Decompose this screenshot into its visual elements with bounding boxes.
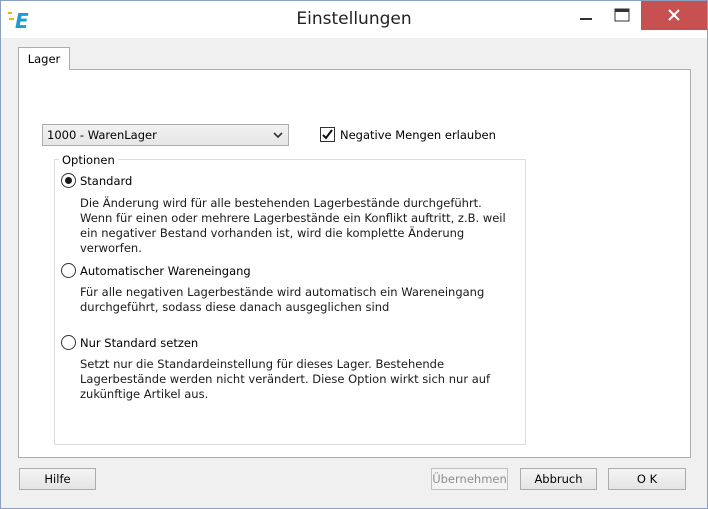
option-standard-label: Standard <box>80 174 133 188</box>
close-icon <box>668 9 680 21</box>
title-bar: E Einstellungen <box>1 1 707 38</box>
option-standard-description: Die Änderung wird für alle bestehenden L… <box>80 196 506 255</box>
options-group-label: Optionen <box>59 153 118 167</box>
maximize-button[interactable] <box>605 1 639 30</box>
warehouse-select[interactable]: 1000 - WarenLager <box>42 124 289 146</box>
help-button[interactable]: Hilfe <box>19 468 96 490</box>
cancel-button[interactable]: Abbruch <box>520 468 597 490</box>
option-standard-only-description: Setzt nur die Standardeinstellung für di… <box>80 357 491 401</box>
warehouse-select-value: 1000 - WarenLager <box>47 128 157 142</box>
option-auto-receipt-label: Automatischer Wareneingang <box>80 264 251 278</box>
apply-button[interactable]: Übernehmen <box>431 468 508 490</box>
minimize-button[interactable] <box>569 1 603 30</box>
option-standard-radio[interactable] <box>61 173 76 188</box>
option-auto-receipt-description: Für alle negativen Lagerbestände wird au… <box>80 285 485 314</box>
ok-button[interactable]: O K <box>608 468 686 490</box>
minimize-icon <box>580 18 592 20</box>
dialog-client-area: Lager 1000 - WarenLager Negative Mengen … <box>7 38 701 503</box>
close-button[interactable] <box>641 1 707 30</box>
negative-quantities-checkbox[interactable] <box>320 127 335 142</box>
tab-lager[interactable]: Lager <box>18 47 70 70</box>
chevron-down-icon <box>273 132 283 139</box>
option-auto-receipt-radio[interactable] <box>61 263 76 278</box>
option-standard-only-radio[interactable] <box>61 335 76 350</box>
option-standard-only-label: Nur Standard setzen <box>80 336 199 350</box>
radio-selected-dot <box>65 177 72 184</box>
tab-panel-lager: 1000 - WarenLager Negative Mengen erlaub… <box>18 69 691 458</box>
checkmark-icon <box>322 129 333 140</box>
negative-quantities-label: Negative Mengen erlauben <box>340 128 496 142</box>
maximize-icon <box>614 8 630 22</box>
settings-window: E Einstellungen Lager 1000 - WarenLager <box>0 0 708 509</box>
